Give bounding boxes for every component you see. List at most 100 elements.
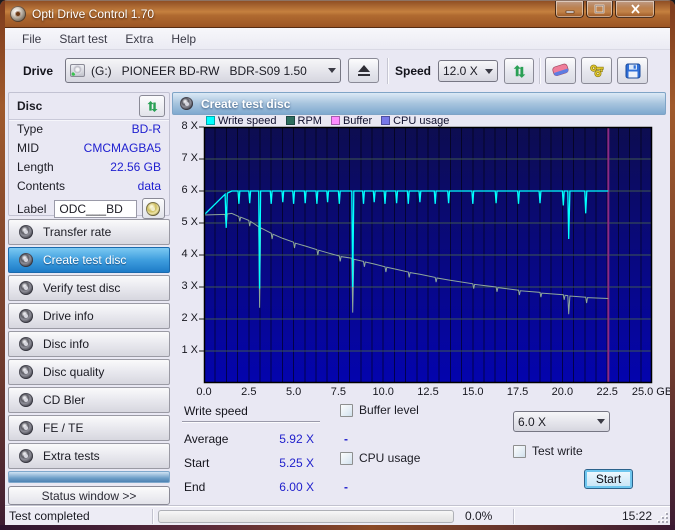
- y-tick-label: 5 X: [172, 216, 198, 228]
- window-frame-bottom: [0, 525, 675, 530]
- y-tick-label: 7 X: [172, 152, 198, 164]
- sidebar-item-transfer-rate[interactable]: Transfer rate: [8, 219, 170, 245]
- eraser-icon: [551, 63, 570, 78]
- y-tick-label: 8 X: [172, 120, 198, 132]
- floppy-save-icon: [625, 63, 641, 79]
- disc-icon: [19, 337, 33, 351]
- progress-bar: [158, 510, 454, 523]
- x-tick-label: 12.5: [417, 386, 438, 398]
- disc-info-panel: Disc TypeBD-R MIDCMCMAGBA5 Length22.56 G…: [8, 92, 170, 216]
- sidebar-item-label: FE / TE: [43, 421, 83, 435]
- legend-swatch: [206, 116, 215, 125]
- drive-select-value: (G:) PIONEER BD-RW BDR-S09 1.50: [91, 64, 324, 78]
- window-frame-left: [0, 0, 5, 530]
- disc-icon: [19, 309, 33, 323]
- keys-icon: [588, 63, 605, 79]
- x-tick-label: 17.5: [507, 386, 528, 398]
- close-button[interactable]: [615, 1, 655, 18]
- sidebar-item-extra-tests[interactable]: Extra tests: [8, 443, 170, 469]
- write-speed-title: Write speed: [184, 404, 248, 418]
- x-tick-label: 25.0 GB: [632, 386, 672, 398]
- chevron-down-icon: [328, 68, 336, 73]
- sidebar-item-label: Drive info: [43, 309, 94, 323]
- sidebar-item-verify-test-disc[interactable]: Verify test disc: [8, 275, 170, 301]
- disc-panel-title: Disc: [17, 99, 139, 113]
- field-value: data: [138, 178, 161, 195]
- speed-label: Speed: [395, 64, 431, 78]
- menubar: File Start test Extra Help: [5, 28, 670, 50]
- field-value: CMCMAGBA5: [84, 140, 161, 157]
- erase-disc-button[interactable]: [545, 57, 576, 84]
- speed-select[interactable]: 12.0 X: [438, 60, 498, 82]
- sidebar-item-create-test-disc[interactable]: Create test disc: [8, 247, 170, 273]
- x-tick-label: 10.0: [372, 386, 393, 398]
- resize-grip[interactable]: [658, 513, 668, 523]
- x-tick-label: 22.5: [596, 386, 617, 398]
- chevron-down-icon: [597, 419, 605, 424]
- toolbar: Drive (G:) PIONEER BD-RW BDR-S09 1.50 Sp…: [5, 50, 670, 92]
- sidebar-item-label: Disc info: [43, 337, 89, 351]
- menu-extra[interactable]: Extra: [116, 30, 162, 48]
- toolbar-separator: [387, 58, 388, 84]
- x-tick-label: 7.5: [331, 386, 346, 398]
- chevron-down-icon: [485, 69, 493, 74]
- disc-label-input[interactable]: ODC___BD: [54, 200, 136, 218]
- speed-select-value: 12.0 X: [443, 64, 481, 78]
- sidebar-item-label: Disc quality: [43, 365, 104, 379]
- menu-file[interactable]: File: [13, 30, 50, 48]
- label-field-caption: Label: [17, 202, 46, 216]
- sidebar-item-disc-info[interactable]: Disc info: [8, 331, 170, 357]
- status-text: Test completed: [9, 509, 90, 523]
- test-write-checkbox-row: Test write: [513, 444, 583, 458]
- disc-icon: [19, 421, 33, 435]
- start-label: Start: [184, 456, 209, 470]
- cpu-usage-checkbox-row: CPU usage: [340, 451, 420, 465]
- y-tick-label: 4 X: [172, 248, 198, 260]
- maximize-button[interactable]: [586, 1, 613, 18]
- refresh-disc-button[interactable]: [139, 95, 165, 117]
- minimize-icon: [565, 5, 575, 14]
- sidebar-item-fe-te[interactable]: FE / TE: [8, 415, 170, 441]
- minimize-button[interactable]: [555, 1, 584, 18]
- window-frame-right: [670, 0, 675, 530]
- disc-icon: [19, 393, 33, 407]
- sidebar-item-drive-info[interactable]: Drive info: [8, 303, 170, 329]
- license-keys-button[interactable]: [581, 57, 612, 84]
- save-button[interactable]: [617, 57, 648, 84]
- menu-help[interactable]: Help: [162, 30, 205, 48]
- x-tick-label: 5.0: [286, 386, 301, 398]
- buffer-level-checkbox[interactable]: [340, 404, 353, 417]
- test-write-checkbox[interactable]: [513, 445, 526, 458]
- titlebar[interactable]: Opti Drive Control 1.70: [0, 0, 675, 28]
- statusbar-separator: [513, 509, 514, 524]
- buffer-level-label: Buffer level: [359, 403, 419, 417]
- disc-icon: [19, 225, 33, 239]
- disc-icon: [19, 365, 33, 379]
- drive-select[interactable]: (G:) PIONEER BD-RW BDR-S09 1.50: [65, 58, 341, 83]
- refresh-arrows-icon: [146, 100, 159, 113]
- burn-speed-select[interactable]: 6.0 X: [513, 411, 610, 432]
- menu-start-test[interactable]: Start test: [50, 30, 116, 48]
- refresh-arrows-icon: [512, 64, 527, 79]
- start-button[interactable]: Start: [584, 469, 633, 489]
- sidebar-item-cd-bler[interactable]: CD Bler: [8, 387, 170, 413]
- toolbar-separator: [539, 58, 540, 84]
- sidebar-accent-strip: [8, 471, 170, 483]
- write-label-button[interactable]: [142, 198, 165, 219]
- sidebar-item-label: CD Bler: [43, 393, 85, 407]
- sidebar-item-disc-quality[interactable]: Disc quality: [8, 359, 170, 385]
- drive-label: Drive: [23, 64, 53, 78]
- refresh-button[interactable]: [504, 58, 534, 84]
- field-value: 22.56 GB: [110, 159, 161, 176]
- cpu-usage-checkbox[interactable]: [340, 452, 353, 465]
- sidebar-item-label: Transfer rate: [43, 225, 111, 239]
- close-icon: [630, 4, 641, 14]
- app-disc-icon: [10, 6, 26, 22]
- status-window-button[interactable]: Status window >>: [8, 486, 170, 505]
- statusbar-separator: [152, 509, 153, 524]
- average-label: Average: [184, 432, 228, 446]
- x-tick-label: 0.0: [196, 386, 211, 398]
- eject-button[interactable]: [348, 58, 379, 83]
- sidebar-nav: Transfer rate Create test disc Verify te…: [8, 219, 170, 469]
- statusbar: Test completed 0.0% 15:22: [5, 505, 670, 526]
